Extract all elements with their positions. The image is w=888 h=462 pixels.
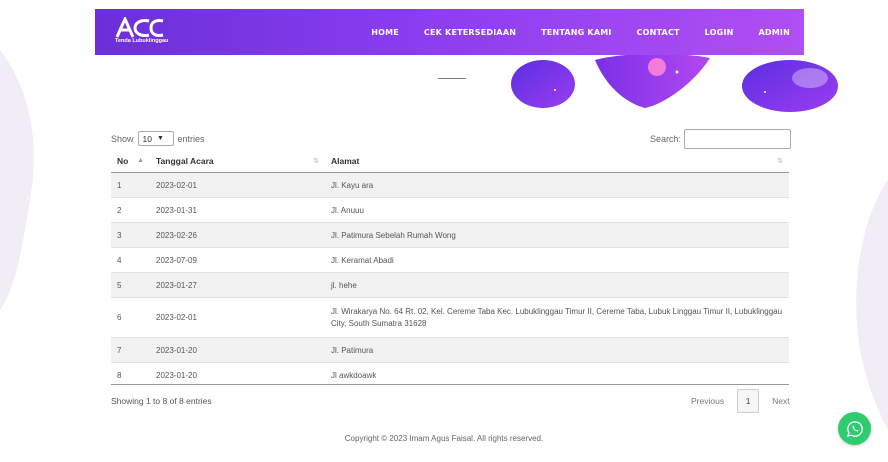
next-page-button[interactable]: Next — [765, 396, 796, 406]
cell-tanggal: 2023-02-26 — [150, 222, 325, 248]
cell-alamat: Jl. Patimura Sebelah Rumah Wong — [325, 222, 789, 248]
sort-icon: ⇅ — [777, 158, 783, 165]
search-control: Search: — [650, 129, 792, 149]
top-navbar: Tenda Lubuklinggau HOME CEK KETERSEDIAAN… — [95, 9, 804, 55]
cell-no: 1 — [111, 172, 150, 198]
entries-label: entries — [177, 133, 205, 144]
hero-decoration — [511, 53, 838, 112]
cell-no: 7 — [111, 337, 150, 363]
pagination: Previous 1 Next — [684, 389, 797, 413]
cell-alamat: Jl. Wirakarya No. 64 Rt. 02, Kel. Cereme… — [325, 297, 789, 338]
table-row: 4 2023-07-09 Jl. Keramat Abadi — [111, 247, 789, 273]
table-bottom-border — [111, 384, 789, 385]
table-info: Showing 1 to 8 of 8 entries — [111, 396, 212, 406]
whatsapp-icon — [846, 420, 863, 437]
table-header-row: No ▲ Tanggal Acara ⇅ Alamat ⇅ — [111, 150, 789, 173]
nav-item-tentang-kami[interactable]: TENTANG KAMI — [541, 28, 611, 37]
cell-no: 6 — [111, 297, 150, 338]
search-input[interactable] — [684, 129, 792, 149]
section-divider — [438, 78, 466, 79]
table-row: 1 2023-02-01 Jl. Kayu ara — [111, 172, 789, 198]
cell-alamat: Jl. Patimura — [325, 337, 789, 363]
entries-per-page-value: 10 — [142, 133, 152, 144]
column-header-alamat[interactable]: Alamat ⇅ — [325, 150, 789, 173]
table-row: 5 2023-01-27 jl. hehe — [111, 272, 789, 298]
nav-menu: HOME CEK KETERSEDIAAN TENTANG KAMI CONTA… — [371, 9, 804, 55]
brand-logo[interactable]: Tenda Lubuklinggau — [115, 14, 185, 50]
cell-alamat: Jl. Kayu ara — [325, 172, 789, 198]
cell-tanggal: 2023-01-31 — [150, 197, 325, 223]
cell-no: 4 — [111, 247, 150, 273]
nav-item-login[interactable]: LOGIN — [705, 28, 734, 37]
cell-no: 3 — [111, 222, 150, 248]
entries-per-page-select[interactable]: 10 ▼ — [137, 131, 174, 146]
cell-tanggal: 2023-01-27 — [150, 272, 325, 298]
cell-alamat: Jl. Anuuu — [325, 197, 789, 223]
logo-mark-icon — [115, 17, 164, 38]
background-shape-left — [0, 50, 34, 310]
cell-tanggal: 2023-02-01 — [150, 297, 325, 338]
chevron-down-icon: ▼ — [156, 135, 164, 142]
table-row: 6 2023-02-01 Jl. Wirakarya No. 64 Rt. 02… — [111, 297, 789, 338]
nav-item-contact[interactable]: CONTACT — [637, 28, 680, 37]
cell-no: 5 — [111, 272, 150, 298]
events-table: No ▲ Tanggal Acara ⇅ Alamat ⇅ 1 2023-02-… — [111, 150, 789, 387]
length-control: Show 10 ▼ entries — [111, 131, 205, 146]
sort-asc-icon: ▲ — [137, 157, 144, 164]
show-label: Show — [111, 133, 134, 144]
nav-item-cek-ketersediaan[interactable]: CEK KETERSEDIAAN — [424, 28, 516, 37]
cell-no: 2 — [111, 197, 150, 223]
nav-item-admin[interactable]: ADMIN — [759, 28, 790, 37]
cell-tanggal: 2023-01-20 — [150, 337, 325, 363]
sort-icon: ⇅ — [313, 158, 319, 165]
cell-tanggal: 2023-02-01 — [150, 172, 325, 198]
whatsapp-button[interactable] — [838, 412, 871, 445]
table-row: 3 2023-02-26 Jl. Patimura Sebelah Rumah … — [111, 222, 789, 248]
brand-tagline: Tenda Lubuklinggau — [115, 38, 169, 44]
cell-alamat: Jl. Keramat Abadi — [325, 247, 789, 273]
page-1-button[interactable]: 1 — [737, 389, 760, 413]
background-shape-right — [856, 180, 888, 430]
copyright-text: Copyright © 2023 Imam Agus Faisal. All r… — [344, 434, 544, 443]
table-row: 2 2023-01-31 Jl. Anuuu — [111, 197, 789, 223]
column-header-no[interactable]: No ▲ — [111, 150, 150, 173]
table-row: 7 2023-01-20 Jl. Patimura — [111, 337, 789, 363]
cell-alamat: jl. hehe — [325, 272, 789, 298]
cell-tanggal: 2023-07-09 — [150, 247, 325, 273]
column-header-tanggal-acara[interactable]: Tanggal Acara ⇅ — [150, 150, 325, 173]
search-label: Search: — [650, 134, 682, 144]
nav-item-home[interactable]: HOME — [371, 28, 399, 37]
previous-page-button[interactable]: Previous — [684, 396, 731, 406]
